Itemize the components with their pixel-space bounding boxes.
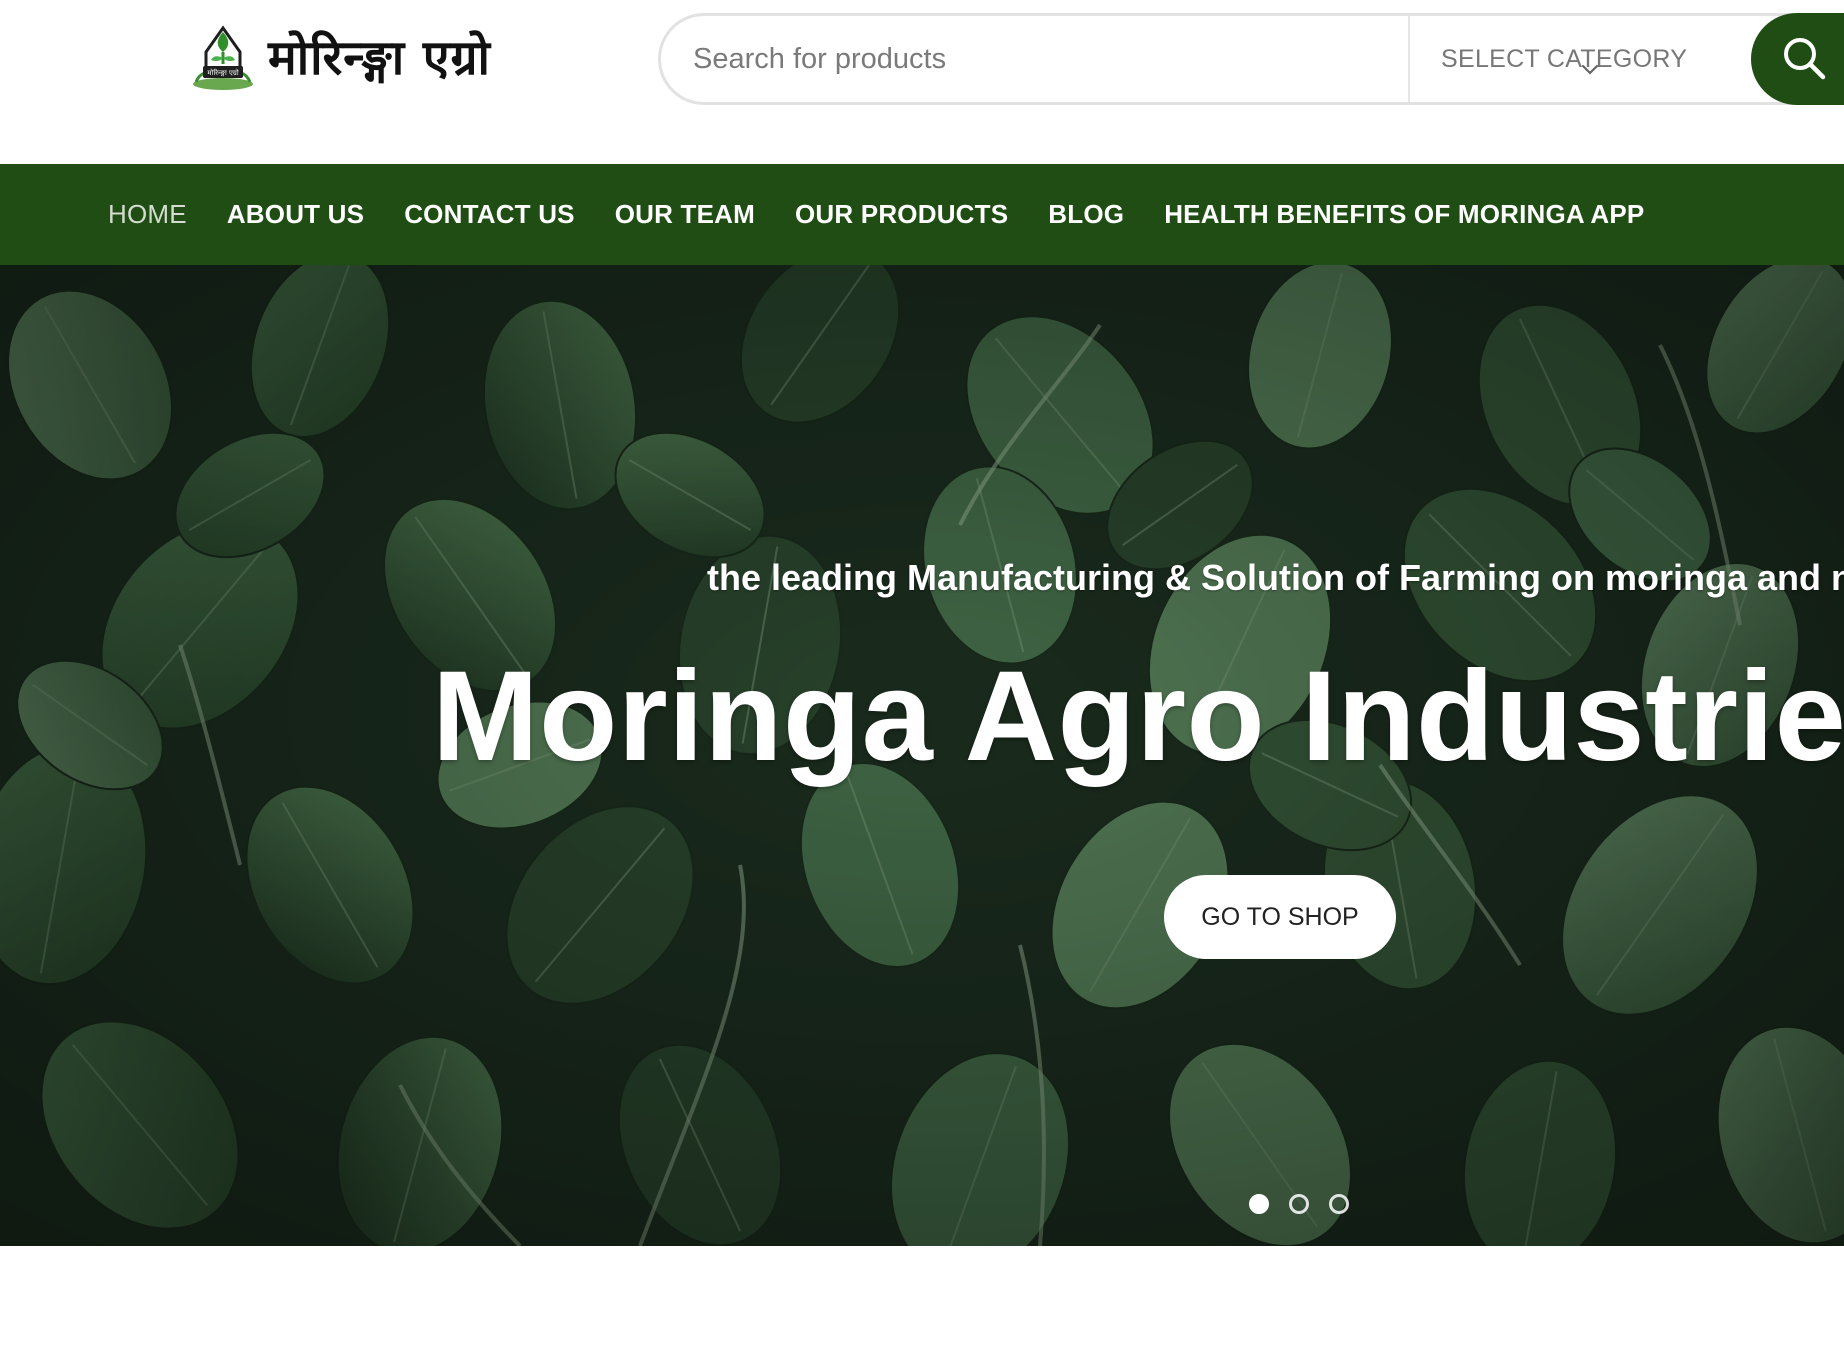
slider-dot-2[interactable] [1289,1194,1309,1214]
hero-slider: the leading Manufacturing & Solution of … [0,265,1844,1246]
nav-item-contact-us[interactable]: CONTACT US [404,199,575,230]
category-select-label: SELECT CATEGORY [1441,44,1688,73]
logo-seal-text: मोरिन्ङ्गा एग्रो [207,68,238,77]
search-icon [1784,38,1826,80]
slider-dot-1[interactable] [1249,1194,1269,1214]
hero-tagline: the leading Manufacturing & Solution of … [707,557,1844,598]
slider-dot-3[interactable] [1329,1194,1349,1214]
nav-item-our-team[interactable]: OUR TEAM [615,199,755,230]
site-logo[interactable]: मोरिन्ङ्गा एग्रो मोरिन्ङ्गा एग्रो [186,22,491,94]
nav-item-about-us[interactable]: ABOUT US [227,199,364,230]
search-input[interactable] [691,16,1391,102]
nav-item-our-products[interactable]: OUR PRODUCTS [795,199,1008,230]
nav-item-home[interactable]: HOME [108,199,187,230]
nav-item-blog[interactable]: BLOG [1048,199,1124,230]
slider-pagination [1249,1194,1349,1214]
go-to-shop-button[interactable]: GO TO SHOP [1164,875,1396,959]
search-divider [1408,16,1410,102]
logo-text: मोरिन्ङ्गा एग्रो [268,30,491,86]
chevron-down-icon[interactable] [1581,63,1599,77]
search-bar: SELECT CATEGORY [658,13,1844,105]
nav-item-health-benefits[interactable]: HEALTH BENEFITS OF MORINGA APP [1164,199,1644,230]
search-button[interactable] [1751,13,1844,105]
hero-title: Moringa Agro Industries P [432,645,1844,788]
site-header: मोरिन्ङ्गा एग्रो मोरिन्ङ्गा एग्रो SELECT… [0,0,1844,164]
category-select[interactable]: SELECT CATEGORY [1441,16,1741,102]
moringa-leaf-emblem-icon: मोरिन्ङ्गा एग्रो [193,25,253,90]
main-navigation: HOME ABOUT US CONTACT US OUR TEAM OUR PR… [0,164,1844,265]
